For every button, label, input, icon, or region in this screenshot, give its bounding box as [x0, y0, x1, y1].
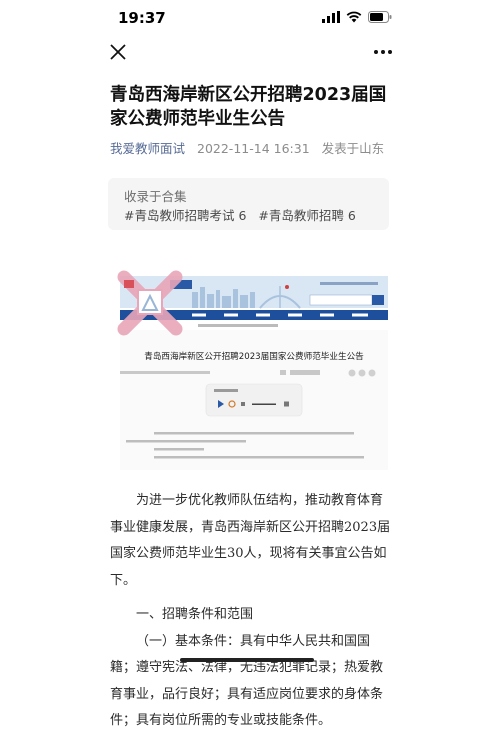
collection-label: 收录于合集 [124, 189, 187, 204]
section-heading: 一、招聘条件和范围 [136, 607, 254, 622]
article-title: 青岛西海岸新区公开招聘2023届国家公费师范毕业生公告 [110, 85, 387, 129]
embedded-page-title: 青岛西海岸新区公开招聘2023届国家公费师范毕业生公告 [144, 350, 364, 362]
collection-box: 收录于合集 #青岛教师招聘考试 6 #青岛教师招聘 6 [108, 178, 389, 230]
author-link[interactable]: 我爱教师面试 [110, 141, 185, 156]
wifi-icon [346, 11, 362, 23]
publish-location: 发表于山东 [321, 141, 385, 156]
article-body: 为进一步优化教师队伍结构，推动教育体育事业健康发展，青岛西海岸新区公开招聘202… [110, 488, 392, 735]
collection-tag[interactable]: #青岛教师招聘考试 6 [124, 208, 246, 223]
more-icon[interactable] [373, 44, 393, 60]
nav-bar [0, 38, 500, 68]
watermark-seal [117, 270, 183, 336]
signal-icon [322, 11, 340, 23]
battery-icon [368, 11, 392, 23]
publish-date: 2022-11-14 16:31 [197, 141, 310, 156]
collection-tags: #青岛教师招聘考试 6 #青岛教师招聘 6 [124, 205, 364, 224]
status-icons [322, 11, 392, 23]
body-paragraph: （一）基本条件：具有中华人民共和国国籍；遵守宪法、法律，无违法犯罪记录；热爱教育… [110, 633, 384, 729]
status-bar: 19:37 [0, 0, 500, 38]
home-indicator [180, 658, 314, 662]
collection-tag[interactable]: #青岛教师招聘 6 [258, 208, 355, 223]
status-time: 19:37 [118, 9, 166, 27]
body-paragraph: 为进一步优化教师队伍结构，推动教育体育事业健康发展，青岛西海岸新区公开招聘202… [110, 493, 391, 588]
close-icon[interactable] [108, 42, 128, 62]
article-meta: 我爱教师面试 2022-11-14 16:31 发表于山东 [110, 138, 384, 157]
